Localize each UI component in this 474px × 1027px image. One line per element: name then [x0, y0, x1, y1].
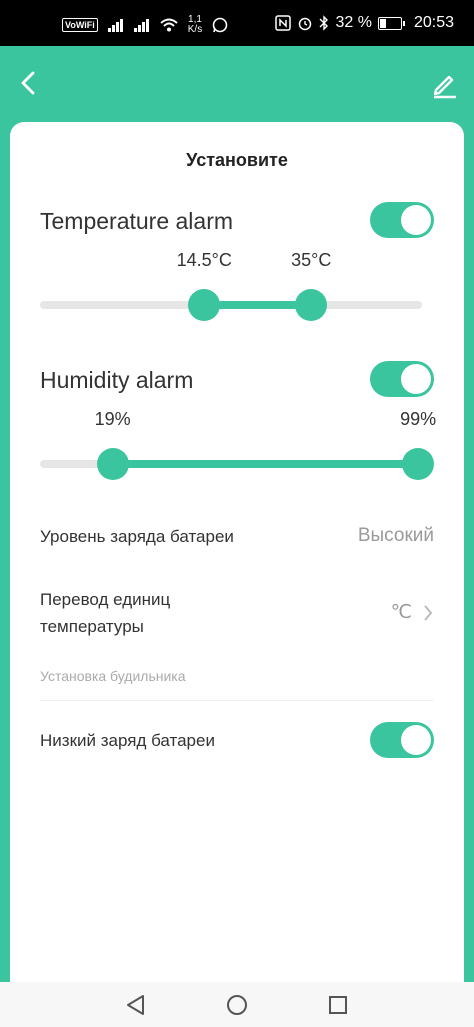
signal-icon: [107, 18, 124, 32]
pencil-icon[interactable]: [428, 68, 460, 100]
toggle-knob: [401, 205, 431, 235]
humidity-low-label: 19%: [94, 409, 131, 429]
chevron-right-icon: [424, 605, 433, 621]
alarm-section-label: Установка будильника: [40, 668, 186, 684]
low-battery-toggle[interactable]: [370, 722, 434, 758]
battery-icon: [377, 16, 405, 30]
nfc-icon: [275, 15, 292, 31]
temperature-low-label: 14.5°C: [176, 250, 232, 270]
card-title: Установите: [186, 150, 288, 170]
status-left: VoWiFi 1,1 K/s: [62, 15, 228, 35]
temperature-units-label-line2: температуры: [40, 617, 144, 636]
temperature-units-label-line1: Перевод единиц: [40, 590, 171, 609]
alarm-icon: [299, 17, 312, 31]
status-bar: VoWiFi 1,1 K/s 32 % 20:53: [0, 0, 474, 46]
toggle-knob: [401, 364, 431, 394]
humidity-alarm-label: Humidity alarm: [40, 367, 194, 393]
bluetooth-icon: [319, 15, 329, 31]
vowifi-badge: VoWiFi: [62, 18, 98, 32]
humidity-low-thumb[interactable]: [96, 448, 129, 480]
humidity-high-thumb[interactable]: [402, 448, 435, 480]
temperature-low-thumb[interactable]: [188, 289, 221, 321]
low-battery-label: Низкий заряд батареи: [40, 731, 215, 750]
whatsapp-icon: [212, 17, 228, 33]
temperature-high-thumb[interactable]: [295, 289, 328, 321]
triangle-back-icon[interactable]: [123, 992, 149, 1018]
humidity-alarm-toggle[interactable]: [370, 361, 434, 397]
divider: [40, 700, 434, 701]
battery-level-value: Высокий: [357, 525, 434, 546]
humidity-slider-range: [112, 460, 419, 468]
status-right: 32 % 20:53: [275, 14, 454, 32]
temperature-units-value: ℃: [390, 602, 412, 623]
network-speed: 1,1 K/s: [188, 15, 202, 35]
battery-fill: [379, 18, 387, 28]
wifi-icon: [160, 18, 178, 32]
toggle-knob: [401, 725, 431, 755]
battery-level-label: Уровень заряда батареи: [40, 527, 234, 546]
humidity-high-label: 99%: [400, 409, 437, 429]
signal-icon-2: [133, 18, 150, 32]
settings-card: Установите Temperature alarm 14.5°C 35°C…: [10, 122, 464, 982]
temperature-high-label: 35°C: [291, 250, 332, 270]
square-recents-icon[interactable]: [325, 992, 351, 1018]
speed-unit: K/s: [187, 24, 203, 35]
temperature-alarm-label: Temperature alarm: [40, 208, 234, 234]
battery-percent: 32 %: [335, 14, 372, 31]
app-bar: [0, 46, 474, 122]
temperature-alarm-toggle[interactable]: [370, 202, 434, 238]
temperature-units-label: Перевод единиц температуры: [40, 586, 170, 640]
system-nav-bar: [0, 982, 474, 1027]
chevron-left-icon[interactable]: [14, 68, 44, 98]
circle-home-icon[interactable]: [224, 992, 250, 1018]
clock: 20:53: [413, 14, 454, 31]
